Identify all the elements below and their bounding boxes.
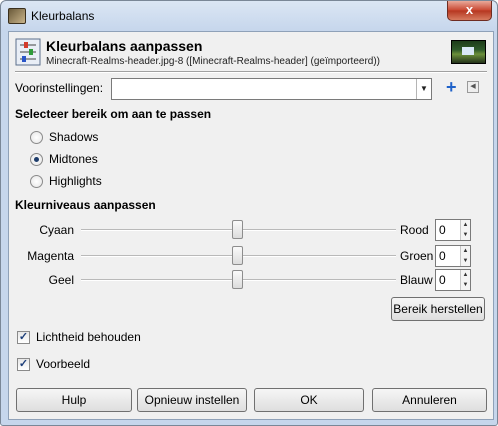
cancel-button[interactable]: Annuleren (372, 388, 487, 412)
magenta-green-value[interactable]: 0 (439, 249, 446, 263)
magenta-label: Magenta (27, 249, 74, 263)
red-label: Rood (400, 223, 429, 237)
levels-heading: Kleurniveaus aanpassen (15, 198, 156, 212)
radio-highlights[interactable] (30, 175, 43, 188)
dialog-heading: Kleurbalans aanpassen (46, 38, 203, 54)
yellow-blue-value[interactable]: 0 (439, 273, 446, 287)
radio-shadows-label[interactable]: Shadows (49, 130, 98, 144)
ok-button[interactable]: OK (254, 388, 364, 412)
cyan-label: Cyaan (39, 223, 74, 237)
preset-menu-icon[interactable]: ◀ (467, 81, 479, 93)
yellow-label: Geel (48, 273, 74, 287)
radio-midtones[interactable] (30, 153, 43, 166)
preview-checkbox[interactable]: ✓ (17, 358, 30, 371)
magenta-green-spinner[interactable]: 0 ▲ ▼ (435, 245, 471, 267)
blue-label: Blauw (400, 273, 433, 287)
decrement-icon[interactable]: ▼ (460, 280, 470, 290)
image-thumbnail (451, 40, 486, 64)
reset-button[interactable]: Opnieuw instellen (137, 388, 247, 412)
increment-icon[interactable]: ▲ (460, 220, 470, 230)
preserve-luminosity-checkbox[interactable]: ✓ (17, 331, 30, 344)
decrement-icon[interactable]: ▼ (460, 230, 470, 240)
color-balance-icon (15, 38, 41, 66)
dialog-content: Kleurbalans aanpassen Minecraft-Realms-h… (8, 31, 494, 420)
cyan-red-value[interactable]: 0 (439, 223, 446, 237)
green-label: Groen (400, 249, 434, 263)
chevron-down-icon[interactable]: ▼ (416, 79, 431, 99)
cyan-red-spinner[interactable]: 0 ▲ ▼ (435, 219, 471, 241)
yellow-blue-spinner[interactable]: 0 ▲ ▼ (435, 269, 471, 291)
close-button[interactable]: x (447, 1, 492, 21)
header-divider (15, 71, 487, 73)
reset-range-button[interactable]: Bereik herstellen (391, 297, 485, 321)
gimp-app-icon (8, 8, 26, 24)
radio-midtones-label[interactable]: Midtones (49, 152, 98, 166)
range-heading: Selecteer bereik om aan te passen (15, 107, 212, 121)
image-name: Minecraft-Realms-header.jpg-8 ([Minecraf… (46, 56, 381, 67)
magenta-green-slider-handle[interactable] (232, 246, 243, 265)
title-bar[interactable]: Kleurbalans x (1, 1, 497, 31)
window-title: Kleurbalans (31, 9, 95, 23)
presets-label: Voorinstellingen: (15, 81, 104, 95)
radio-shadows[interactable] (30, 131, 43, 144)
help-button[interactable]: Hulp (16, 388, 132, 412)
decrement-icon[interactable]: ▼ (460, 256, 470, 266)
preserve-luminosity-label[interactable]: Lichtheid behouden (36, 330, 141, 344)
increment-icon[interactable]: ▲ (460, 246, 470, 256)
radio-highlights-label[interactable]: Highlights (49, 174, 102, 188)
yellow-blue-slider-handle[interactable] (232, 270, 243, 289)
cyan-red-slider-handle[interactable] (232, 220, 243, 239)
increment-icon[interactable]: ▲ (460, 270, 470, 280)
presets-combo[interactable]: ▼ (111, 78, 432, 100)
dialog-window: Kleurbalans x Kleurbalans aanpassen Mine… (0, 0, 498, 426)
add-preset-icon[interactable]: + (446, 78, 460, 96)
preview-label[interactable]: Voorbeeld (36, 357, 90, 371)
